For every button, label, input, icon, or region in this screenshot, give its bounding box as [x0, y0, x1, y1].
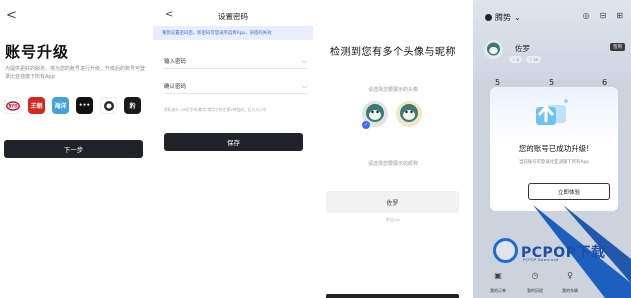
clock-icon: ◷ — [531, 271, 539, 280]
upgrade-success-dialog: 您的账号已成功升级! 当前账号可登录比亚迪旗下所有App 立即体验 — [490, 87, 618, 211]
likes-badge: ♡ 10 — [526, 56, 542, 63]
ocean-logo-icon: 海洋 — [52, 97, 69, 114]
set-password-screen: < 设置密码 重新设置密码后，新密码可登录所选择App，旧密码失效 输入密码 ◡… — [153, 0, 313, 298]
message-icon[interactable]: ⊟ — [600, 11, 607, 20]
back-icon[interactable]: < — [6, 8, 17, 23]
next-step-button[interactable]: 下一步 — [4, 140, 143, 158]
stat-value: 5 — [549, 78, 555, 87]
stat-value: 5 — [495, 78, 501, 87]
stat-value: 6 — [602, 78, 608, 87]
brand-switcher[interactable]: 腾势 ⌄ — [485, 12, 521, 23]
watermark-subtext: PCPOP Download — [523, 258, 559, 262]
avatar-options: ✓ — [362, 101, 422, 129]
password-field-label: 输入密码 — [164, 58, 187, 65]
selected-check-icon: ✓ — [362, 121, 370, 129]
eye-closed-icon[interactable]: ◡ — [302, 82, 307, 89]
avatar[interactable] — [484, 40, 503, 59]
scan-icon[interactable]: ⊞ — [616, 11, 623, 20]
password-notice-banner: 重新设置密码后，新密码可登录所选择App，旧密码失效 — [153, 26, 313, 40]
upgrade-success-screen: 腾势 ⌄ ◎ ⊟ ⊞ 佐罗 ☆ 0 ♡ 10 签到 5 5 6 您的账号已成功升… — [473, 0, 631, 298]
nav-item-journey[interactable]: ◷ 我的历程 — [518, 271, 552, 294]
person-icon: ♀ — [567, 271, 573, 280]
watermark-logo-icon — [493, 238, 518, 263]
chevron-down-icon: ⌄ — [514, 13, 521, 22]
confirm-password-field[interactable]: 确认密码 ◡ — [164, 78, 307, 94]
nav-label: 我的车辆 — [562, 288, 578, 293]
eye-closed-icon[interactable]: ◡ — [302, 57, 307, 64]
svg-text:BYD: BYD — [8, 103, 18, 108]
page-title: 检测到您有多个头像与昵称 — [330, 47, 456, 58]
try-now-button[interactable]: 立即体验 — [528, 183, 610, 200]
nav-item-orders[interactable]: ▣ 我的订单 — [481, 271, 515, 294]
password-field[interactable]: 输入密码 ◡ — [164, 53, 307, 69]
user-badges: ☆ 0 ♡ 10 — [509, 56, 542, 63]
bottom-nav: ▣ 我的订单 ◷ 我的历程 ♀ 我的车辆 — [473, 263, 631, 298]
orders-icon: ▣ — [494, 271, 502, 280]
avatar-option[interactable] — [396, 101, 422, 127]
nav-item-vehicles[interactable]: ♀ 我的车辆 — [553, 271, 587, 294]
nickname-prompt: 请选择您要展示的昵称 — [367, 161, 418, 167]
settings-icon[interactable]: ◎ — [583, 11, 590, 20]
denza-logo-icon: ••• — [76, 97, 93, 114]
page-title: 账号升级 — [5, 43, 70, 61]
brand-circle-icon — [485, 14, 492, 21]
nickname-option[interactable]: 佐罗 — [326, 191, 459, 213]
top-icon-bar: ◎ ⊟ ⊞ — [583, 11, 623, 20]
brand-switcher-label: 腾势 — [495, 13, 511, 22]
save-button[interactable]: 保存 — [164, 133, 303, 151]
confirm-bar[interactable] — [326, 294, 459, 298]
confirm-password-label: 确认密码 — [164, 83, 187, 90]
profile-merge-screen: 检测到您有多个头像与昵称 请选择您要展示的头像 ✓ 请选择您要展示的昵称 佐罗 … — [318, 0, 468, 298]
nav-label: 我的历程 — [527, 288, 543, 293]
fangchengbao-logo-icon: 豹 — [124, 97, 141, 114]
yangwang-logo-icon — [100, 97, 117, 114]
points-badge: ☆ 0 — [509, 56, 523, 63]
checkin-button[interactable]: 签到 — [610, 43, 625, 51]
upgrade-arrow-icon — [536, 99, 568, 125]
user-name: 佐罗 — [515, 44, 530, 53]
wangchao-logo-icon: 王朝 — [28, 97, 45, 114]
avatar-option-selected[interactable]: ✓ — [362, 101, 388, 129]
account-upgrade-screen: < 账号升级 为提供更好的服务，将为您的账号进行升级，升级后的账号可登录比亚迪旗… — [0, 0, 150, 298]
page-title: 设置密码 — [218, 12, 248, 21]
dialog-title: 您的账号已成功升级! — [518, 144, 590, 153]
avatar-prompt: 请选择您要展示的头像 — [367, 87, 418, 93]
password-rule-hint: 密码由8~16位字母/数字/常用字符任意2种组成，区分大小写 — [164, 107, 267, 112]
upgrade-description: 为提供更好的服务，将为您的账号进行升级，升级后的账号可登录比亚迪旗下所有App — [5, 66, 146, 80]
brand-logo-row: BYD 王朝 海洋 ••• 豹 — [4, 97, 141, 114]
nickname-source: 来自app — [385, 217, 401, 222]
dialog-description: 当前账号可登录比亚迪旗下所有App — [518, 160, 590, 165]
dynasty-logo-icon: BYD — [4, 97, 21, 114]
nav-label: 我的订单 — [490, 288, 506, 293]
